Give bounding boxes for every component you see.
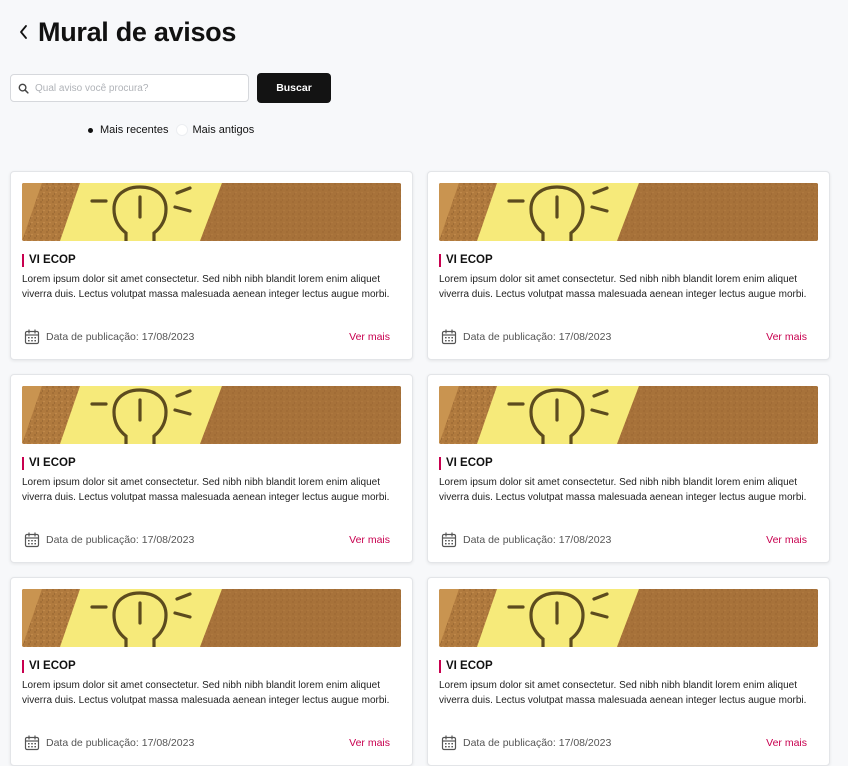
sort-option-recent[interactable]: Mais recentes <box>84 124 168 136</box>
search-field[interactable] <box>10 74 249 102</box>
publication-date-label: Data de publicação: 17/08/2023 <box>463 534 612 546</box>
notice-footer: Data de publicação: 17/08/2023 Ver mais <box>441 329 807 345</box>
publication-date: Data de publicação: 17/08/2023 <box>24 532 194 548</box>
calendar-icon <box>24 532 40 548</box>
search-button[interactable]: Buscar <box>257 73 331 103</box>
notice-description: Lorem ipsum dolor sit amet consectetur. … <box>22 274 390 300</box>
notice-footer: Data de publicação: 17/08/2023 Ver mais <box>441 532 807 548</box>
notice-image <box>439 183 818 241</box>
notice-description: Lorem ipsum dolor sit amet consectetur. … <box>439 274 807 300</box>
calendar-icon <box>441 532 457 548</box>
lightbulb-on-cork-image <box>439 183 818 241</box>
notice-footer: Data de publicação: 17/08/2023 Ver mais <box>24 532 390 548</box>
see-more-link[interactable]: Ver mais <box>349 331 390 343</box>
publication-date: Data de publicação: 17/08/2023 <box>441 329 611 345</box>
publication-date-label: Data de publicação: 17/08/2023 <box>463 331 612 343</box>
lightbulb-on-cork-image <box>22 183 401 241</box>
page-title: Mural de avisos <box>38 16 237 47</box>
notice-title: VI ECOP <box>439 457 493 470</box>
notice-title: VI ECOP <box>22 457 76 470</box>
publication-date: Data de publicação: 17/08/2023 <box>441 532 611 548</box>
publication-date: Data de publicação: 17/08/2023 <box>441 735 611 751</box>
lightbulb-on-cork-image <box>439 589 818 647</box>
search-bar: Buscar <box>10 73 331 103</box>
notice-image <box>22 589 401 647</box>
notice-description: Lorem ipsum dolor sit amet consectetur. … <box>439 680 807 706</box>
notice-title: VI ECOP <box>439 254 493 267</box>
calendar-icon <box>441 735 457 751</box>
publication-date-label: Data de publicação: 17/08/2023 <box>46 534 195 546</box>
notice-card: VI ECOP Lorem ipsum dolor sit amet conse… <box>10 171 413 360</box>
sort-option-oldest[interactable]: Mais antigos <box>176 124 254 136</box>
lightbulb-on-cork-image <box>439 386 818 444</box>
notice-grid: VI ECOP Lorem ipsum dolor sit amet conse… <box>10 171 830 766</box>
calendar-icon <box>24 735 40 751</box>
notice-footer: Data de publicação: 17/08/2023 Ver mais <box>24 329 390 345</box>
notice-description: Lorem ipsum dolor sit amet consectetur. … <box>22 680 390 706</box>
notice-title: VI ECOP <box>22 660 76 673</box>
calendar-icon <box>24 329 40 345</box>
notice-card: VI ECOP Lorem ipsum dolor sit amet conse… <box>427 374 830 563</box>
notice-title: VI ECOP <box>22 254 76 267</box>
lightbulb-on-cork-image <box>22 386 401 444</box>
see-more-link[interactable]: Ver mais <box>349 737 390 749</box>
publication-date: Data de publicação: 17/08/2023 <box>24 735 194 751</box>
notice-footer: Data de publicação: 17/08/2023 Ver mais <box>24 735 390 751</box>
publication-date-label: Data de publicação: 17/08/2023 <box>46 331 195 343</box>
notice-card: VI ECOP Lorem ipsum dolor sit amet conse… <box>10 577 413 766</box>
notice-footer: Data de publicação: 17/08/2023 Ver mais <box>441 735 807 751</box>
notice-description: Lorem ipsum dolor sit amet consectetur. … <box>439 477 807 503</box>
notice-card: VI ECOP Lorem ipsum dolor sit amet conse… <box>10 374 413 563</box>
search-icon <box>18 83 29 94</box>
radio-selected-icon <box>84 124 96 136</box>
page-header: Mural de avisos <box>14 14 236 50</box>
publication-date: Data de publicação: 17/08/2023 <box>24 329 194 345</box>
chevron-left-icon <box>20 25 27 39</box>
see-more-link[interactable]: Ver mais <box>766 331 807 343</box>
sort-option-label: Mais recentes <box>100 124 169 136</box>
see-more-link[interactable]: Ver mais <box>766 534 807 546</box>
notice-image <box>439 386 818 444</box>
sort-option-label: Mais antigos <box>192 124 255 136</box>
sort-options: Mais recentes Mais antigos <box>84 124 254 136</box>
notice-title: VI ECOP <box>439 660 493 673</box>
notice-card: VI ECOP Lorem ipsum dolor sit amet conse… <box>427 171 830 360</box>
publication-date-label: Data de publicação: 17/08/2023 <box>463 737 612 749</box>
calendar-icon <box>441 329 457 345</box>
see-more-link[interactable]: Ver mais <box>766 737 807 749</box>
notice-card: VI ECOP Lorem ipsum dolor sit amet conse… <box>427 577 830 766</box>
radio-unselected-icon <box>176 124 189 136</box>
notice-image <box>22 386 401 444</box>
publication-date-label: Data de publicação: 17/08/2023 <box>46 737 195 749</box>
notice-image <box>439 589 818 647</box>
notice-description: Lorem ipsum dolor sit amet consectetur. … <box>22 477 390 503</box>
back-button[interactable] <box>14 14 34 50</box>
search-input[interactable] <box>35 82 235 94</box>
lightbulb-on-cork-image <box>22 589 401 647</box>
see-more-link[interactable]: Ver mais <box>349 534 390 546</box>
notice-image <box>22 183 401 241</box>
